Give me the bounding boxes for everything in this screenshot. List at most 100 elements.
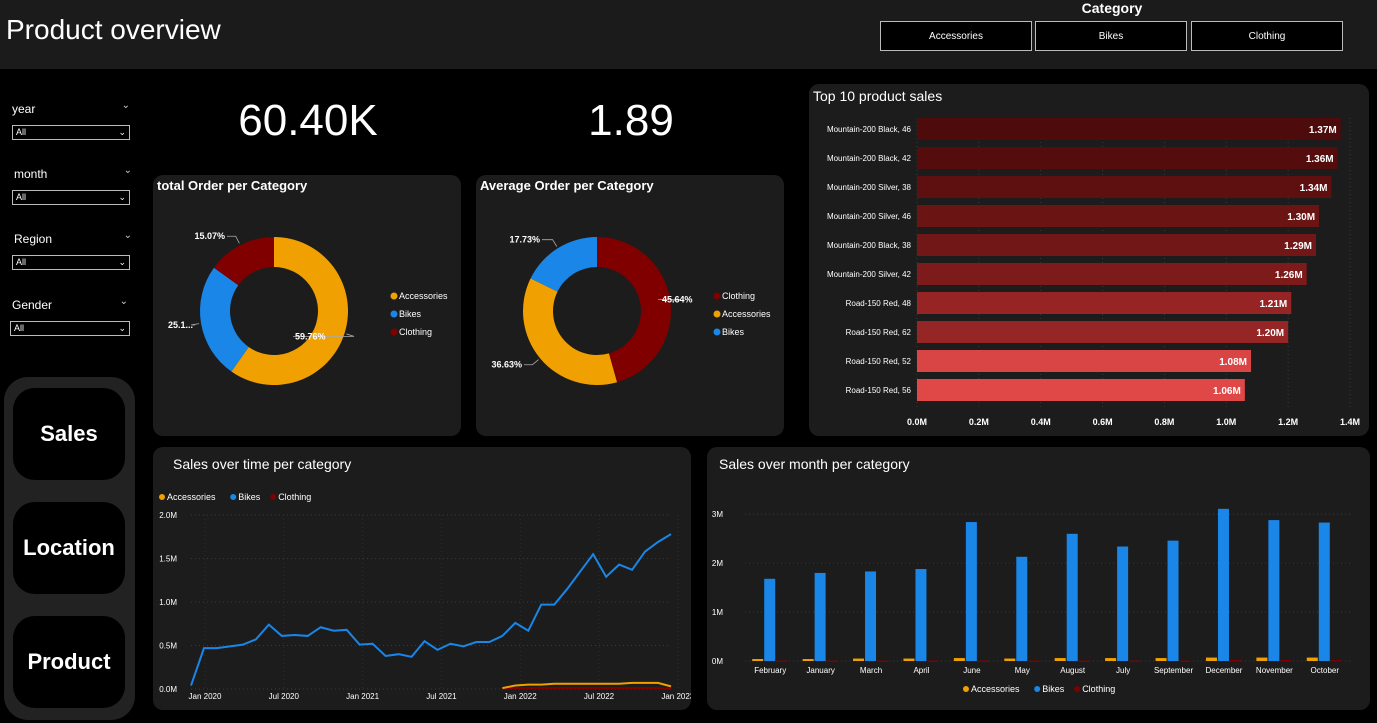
donut-panel-total-orders: total Order per Category 59.76% 25.1... 15… — [153, 175, 461, 436]
x-tick-label: 0.6M — [1093, 417, 1113, 427]
bar — [917, 379, 1245, 401]
bar-bikes — [1318, 522, 1330, 661]
filter-month: month ⌄ All ⌄ — [12, 165, 132, 205]
data-label: 36.63% — [491, 360, 522, 370]
x-tick-label: February — [754, 666, 786, 675]
filter-month-dropdown[interactable]: All ⌄ — [12, 190, 130, 205]
series-line-bikes — [190, 533, 672, 686]
filter-region-dropdown[interactable]: All ⌄ — [12, 255, 130, 270]
y-tick-label: 0.0M — [159, 685, 177, 694]
collapse-chevron-icon[interactable]: ⌄ — [124, 230, 132, 241]
filter-year-dropdown[interactable]: All ⌄ — [12, 125, 130, 140]
legend-dot-clothing — [713, 292, 721, 300]
category-label: Mountain-200 Silver, 46 — [827, 212, 912, 221]
y-tick-label: 1.0M — [159, 598, 177, 607]
legend-dot-accessories — [963, 686, 969, 692]
kpi-average-orders: 1.89 — [588, 96, 674, 145]
donut-chart-average-orders: 45.64% 36.63% 17.73% Clothing Accessories Bik… — [491, 235, 771, 385]
sales-over-month-column-chart: 0M 1M 2M 3M February January March April June May… — [712, 508, 1350, 694]
data-label: 1.06M — [1213, 386, 1241, 397]
bar-clothing — [1129, 660, 1141, 663]
category-label: Mountain-200 Black, 42 — [827, 154, 912, 163]
filter-month-label: month — [14, 167, 48, 181]
sales-over-time-panel: Sales over time per category Accessories… — [153, 447, 691, 710]
nav-sales-button[interactable]: Sales — [13, 388, 125, 480]
x-tick-label: Jan 2020 — [189, 692, 222, 701]
bar-bikes — [814, 572, 826, 661]
bar — [917, 176, 1332, 198]
bar — [917, 292, 1292, 314]
legend-label-clothing: Clothing — [1082, 684, 1115, 694]
bar-clothing — [1179, 660, 1191, 663]
bar-accessories — [752, 659, 764, 661]
legend-dot-bikes — [713, 328, 721, 336]
legend-label-clothing: Clothing — [278, 492, 311, 502]
x-tick-label: Jan 2022 — [504, 692, 537, 701]
category-label: Road-150 Red, 56 — [846, 386, 912, 395]
data-label: 1.08M — [1219, 357, 1247, 368]
category-option-bikes[interactable]: Bikes — [1035, 21, 1187, 51]
data-label: 1.29M — [1284, 241, 1312, 252]
category-label: Mountain-200 Black, 46 — [827, 125, 912, 134]
bar-clothing — [1028, 660, 1040, 663]
bar-bikes — [764, 578, 776, 661]
data-label: 15.07% — [194, 231, 225, 241]
bar-clothing — [1330, 660, 1342, 662]
bar-accessories — [1004, 658, 1016, 661]
bar-bikes — [865, 571, 877, 661]
bar-bikes — [1167, 540, 1179, 661]
x-tick-label: January — [806, 666, 834, 675]
legend-label-clothing: Clothing — [722, 291, 755, 301]
bar — [917, 147, 1338, 169]
y-tick-label: 1M — [712, 608, 723, 617]
bar-clothing — [1229, 660, 1241, 662]
x-tick-label: 0.4M — [1031, 417, 1051, 427]
bar-clothing — [977, 660, 989, 663]
chevron-down-icon: ⌄ — [118, 192, 126, 202]
chevron-down-icon: ⌄ — [118, 257, 126, 267]
legend-dot-accessories — [159, 494, 165, 500]
nav-location-button[interactable]: Location — [13, 502, 125, 594]
bar — [917, 263, 1307, 285]
nav-product-button[interactable]: Product — [13, 616, 125, 708]
legend-dot-clothing — [1074, 686, 1081, 692]
collapse-chevron-icon[interactable]: ⌄ — [122, 100, 130, 111]
category-option-clothing[interactable]: Clothing — [1191, 21, 1343, 51]
bar-accessories — [1155, 658, 1167, 661]
bar-clothing — [826, 660, 838, 663]
category-label: Mountain-200 Silver, 38 — [827, 183, 912, 192]
donut-slice-bikes — [200, 267, 249, 372]
collapse-chevron-icon[interactable]: ⌄ — [120, 296, 128, 307]
data-label: 17.73% — [509, 235, 540, 245]
bar-clothing — [927, 660, 939, 663]
x-tick-label: Jan 2021 — [346, 692, 379, 701]
bar — [917, 321, 1289, 343]
category-label: Road-150 Red, 62 — [846, 328, 912, 337]
x-tick-label: June — [963, 666, 981, 675]
filter-year-value: All — [16, 127, 27, 137]
legend-label-accessories: Accessories — [399, 291, 448, 301]
bar-accessories — [1105, 658, 1117, 661]
donut-chart-total-orders: 59.76% 25.1... 15.07% Accessories Bikes Cloth… — [168, 231, 448, 385]
chevron-down-icon: ⌄ — [118, 127, 126, 137]
filter-region-label: Region — [14, 232, 53, 246]
filter-region-value: All — [16, 257, 27, 267]
leader-line — [542, 239, 558, 247]
filter-year-label: year — [12, 102, 36, 116]
data-label: 1.36M — [1306, 154, 1334, 165]
category-option-accessories[interactable]: Accessories — [880, 21, 1032, 51]
legend-dot-bikes — [1034, 686, 1041, 692]
filter-gender-dropdown[interactable]: All ⌄ — [10, 321, 130, 336]
top-products-bar-chart: 0.0M 0.2M 0.4M 0.6M 0.8M 1.0M 1.2M 1.4M Mountain… — [827, 118, 1360, 427]
collapse-chevron-icon[interactable]: ⌄ — [124, 165, 132, 176]
data-label: 59.76% — [295, 331, 326, 341]
x-tick-label: 0.2M — [969, 417, 989, 427]
x-tick-label: 1.2M — [1278, 417, 1298, 427]
bar-accessories — [1205, 657, 1217, 661]
sales-over-month-panel: Sales over month per category 0M 1M 2M 3M Fe… — [707, 447, 1370, 710]
bar-bikes — [1117, 546, 1129, 661]
bar-clothing — [776, 660, 788, 663]
bar-accessories — [802, 659, 814, 661]
filter-gender-value: All — [14, 323, 25, 333]
x-tick-label: 1.4M — [1340, 417, 1360, 427]
